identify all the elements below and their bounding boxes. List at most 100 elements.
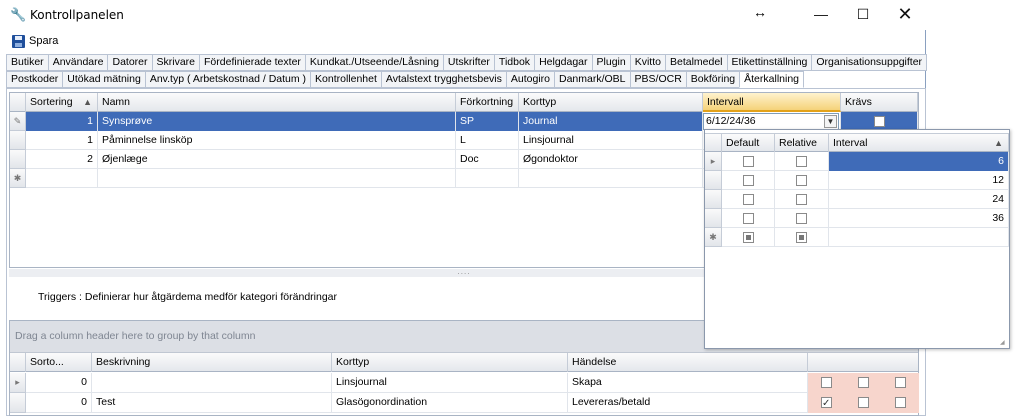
cell-korttyp[interactable] [519,169,703,188]
cell-korttyp[interactable]: Øgondoktor [519,150,703,169]
tab-danmark-obl[interactable]: Danmark/OBL [553,71,630,88]
tab-utskrifter[interactable]: Utskrifter [442,54,494,71]
column-header-namn[interactable]: Namn [98,93,456,112]
cell-interval[interactable]: 24 [829,190,1009,209]
tab-plugin[interactable]: Plugin [591,54,630,71]
table-row[interactable]: 0 Test Glasögonordination Levereras/beta… [10,393,919,413]
relative-checkbox[interactable] [796,231,807,243]
cell-relative[interactable] [775,171,829,190]
tab-postkoder[interactable]: Postkoder [6,71,63,88]
default-checkbox[interactable] [742,174,754,186]
popup-row[interactable]: 12 [705,171,1009,190]
cell-flag-2[interactable] [845,393,882,413]
cell-flag-3[interactable] [882,393,919,413]
close-button[interactable]: ✕ [882,2,928,28]
intervall-combo[interactable]: 6/12/24/36 ▼ [703,113,839,130]
tab-autogiro[interactable]: Autogiro [505,71,554,88]
cell-beskrivning[interactable]: Test [92,393,332,412]
minimize-button[interactable]: — [798,2,844,28]
cell-forkortning[interactable]: SP [456,112,519,131]
tab-kundkat-utseende-låsning[interactable]: Kundkat./Utseende/Låsning [304,54,443,71]
cell-korttyp[interactable]: Glasögonordination [332,393,568,412]
maximize-button[interactable]: ☐ [840,2,886,28]
column-header-korttyp[interactable]: Korttyp [519,93,703,112]
chevron-down-icon[interactable]: ▼ [824,115,837,128]
kravs-checkbox[interactable] [873,115,885,127]
column-header-interval[interactable]: Interval ▲ [829,134,1009,153]
relative-checkbox[interactable] [796,212,807,224]
cell-forkortning[interactable] [456,169,519,188]
tab-betalmedel[interactable]: Betalmedel [664,54,727,71]
tab-användare[interactable]: Användare [47,54,108,71]
tab-anv-typ-arbetskostnad-datum[interactable]: Anv.typ ( Arbetskostnad / Datum ) [144,71,311,88]
tab-kvitto[interactable]: Kvitto [629,54,665,71]
cell-handelse[interactable]: Skapa [568,373,808,392]
column-header-sortering[interactable]: Sorto... [26,353,92,372]
popup-row[interactable]: 24 [705,190,1009,209]
default-checkbox[interactable] [742,155,754,167]
popup-row[interactable]: 36 [705,209,1009,228]
cell-forkortning[interactable]: L [456,131,519,150]
cell-relative[interactable] [775,152,829,171]
cell-interval[interactable]: 36 [829,209,1009,228]
cell-relative[interactable] [775,209,829,228]
cell-sortering[interactable] [26,169,98,188]
column-header-relative[interactable]: Relative [775,134,829,153]
cell-default[interactable] [722,228,775,247]
column-header-kravs[interactable]: Krävs [841,93,918,112]
tab-bokföring[interactable]: Bokföring [685,71,740,88]
cell-interval[interactable]: 12 [829,171,1009,190]
tab-återkallning[interactable]: Återkallning [739,71,805,88]
cell-sortering[interactable]: 2 [26,150,98,169]
cell-flag-2[interactable] [845,373,882,393]
table-row[interactable]: ▸ 0 Linsjournal Skapa [10,373,919,393]
popup-row[interactable]: ▸ 6 [705,152,1009,171]
cell-namn[interactable]: Påminnelse linsköp [98,131,456,150]
tab-datorer[interactable]: Datorer [107,54,152,71]
default-checkbox[interactable] [742,231,754,243]
flag-checkbox[interactable] [895,376,906,388]
flag-checkbox[interactable] [821,376,832,388]
cell-relative[interactable] [775,228,829,247]
cell-interval[interactable] [829,228,1009,247]
resize-grip-icon[interactable]: ◢ [1000,339,1008,347]
flag-checkbox[interactable] [821,395,832,413]
relative-checkbox[interactable] [796,193,807,205]
cell-forkortning[interactable]: Doc [456,150,519,169]
cell-korttyp[interactable]: Linsjournal [332,373,568,392]
cell-default[interactable] [722,152,775,171]
popup-new-row[interactable]: ✱ [705,228,1009,247]
cell-sortering[interactable]: 0 [26,393,92,412]
flag-checkbox[interactable] [895,396,906,408]
column-header-korttyp[interactable]: Korttyp [332,353,568,372]
cell-sortering[interactable]: 1 [26,131,98,150]
tab-utökad-mätning[interactable]: Utökad mätning [62,71,145,88]
tab-pbs-ocr[interactable]: PBS/OCR [629,71,686,88]
column-header-forkortning[interactable]: Förkortning [456,93,519,112]
tab-etikettinställning[interactable]: Etikettinställning [726,54,812,71]
cell-default[interactable] [722,171,775,190]
cell-sortering[interactable]: 0 [26,373,92,392]
save-button[interactable]: Spara [12,33,58,49]
cell-default[interactable] [722,190,775,209]
cell-korttyp[interactable]: Journal [519,112,703,131]
column-header-sortering[interactable]: Sortering ▲ [26,93,98,112]
cell-namn[interactable] [98,169,456,188]
relative-checkbox[interactable] [796,155,807,167]
default-checkbox[interactable] [742,193,754,205]
cell-flag-1[interactable] [808,373,845,393]
cell-handelse[interactable]: Levereras/betald [568,393,808,412]
cell-sortering[interactable]: 1 [26,112,98,131]
tab-skrivare[interactable]: Skrivare [151,54,200,71]
column-header-default[interactable]: Default [722,134,775,153]
column-header-intervall[interactable]: Intervall [703,93,841,112]
cell-namn[interactable]: Synsprøve [98,112,456,131]
column-header-handelse[interactable]: Händelse [568,353,808,372]
flag-checkbox[interactable] [858,396,869,408]
tab-tidbok[interactable]: Tidbok [493,54,535,71]
default-checkbox[interactable] [742,212,754,224]
tab-helgdagar[interactable]: Helgdagar [534,54,592,71]
cell-namn[interactable]: Øjenlæge [98,150,456,169]
tab-fördefinierade-texter[interactable]: Fördefinierade texter [199,54,305,71]
tab-butiker[interactable]: Butiker [6,54,48,71]
